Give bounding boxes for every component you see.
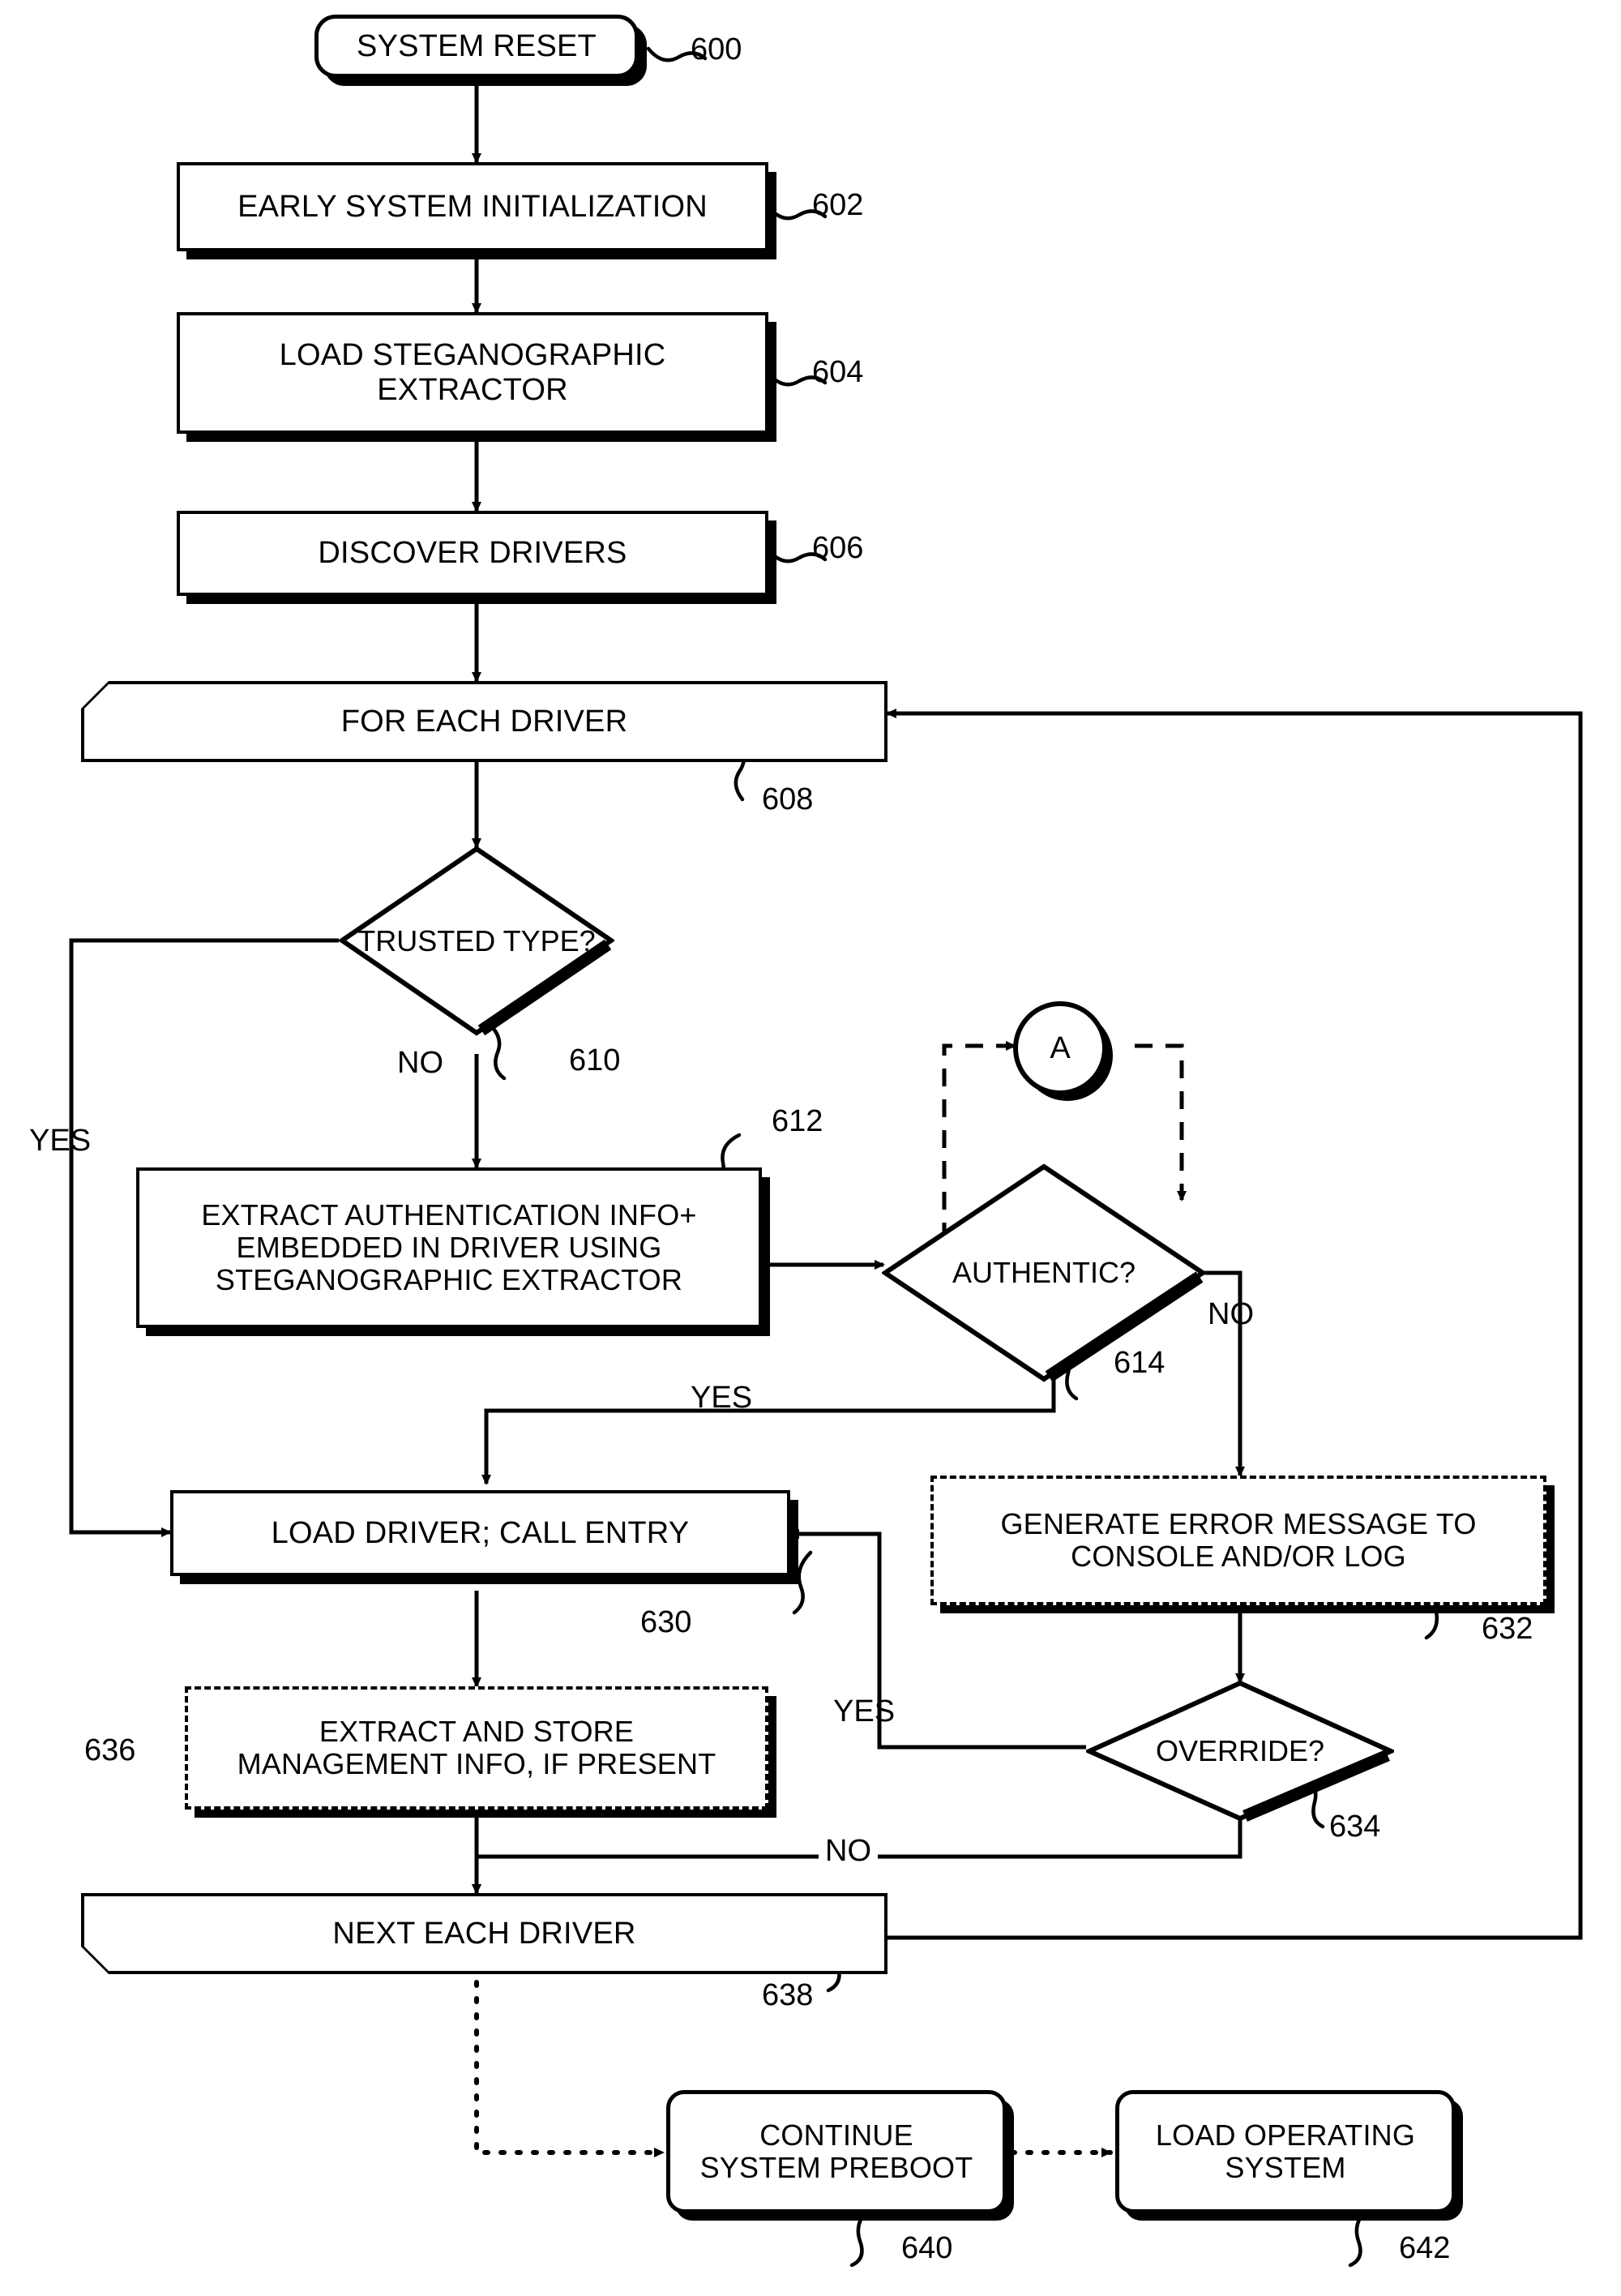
node-next-each-driver-label: NEXT EACH DRIVER [332,1916,636,1951]
node-system-reset-label: SYSTEM RESET [357,28,597,63]
ref-642: 642 [1399,2231,1451,2265]
node-generate-error-message-label: GENERATE ERROR MESSAGE TO CONSOLE AND/OR… [1000,1506,1477,1573]
node-discover-drivers[interactable]: DISCOVER DRIVERS [177,511,768,596]
edge-dotted-next-to-preboot [474,1980,665,2157]
node-load-steganographic-extractor-label: LOAD STEGANOGRAPHIC EXTRACTOR [279,338,666,407]
leader-642 [1348,2204,1372,2268]
node-override-label: OVERRIDE? [1155,1733,1325,1767]
node-load-operating-system-label: LOAD OPERATING SYSTEM [1155,2118,1416,2184]
label-override-no: NO [819,1834,878,1869]
node-discover-drivers-label: DISCOVER DRIVERS [318,536,627,571]
ref-610: 610 [569,1043,621,1077]
edge-authentic-yes-to-load [481,1370,1056,1485]
node-continue-system-preboot-label: CONTINUE SYSTEM PREBOOT [699,2118,973,2184]
node-load-driver-call-entry-label: LOAD DRIVER; CALL ENTRY [271,1515,690,1550]
node-generate-error-message[interactable]: GENERATE ERROR MESSAGE TO CONSOLE AND/OR… [930,1476,1546,1605]
ref-640: 640 [901,2231,953,2265]
ref-600: 600 [691,32,742,66]
leader-630 [792,1550,813,1615]
node-extract-authentication-info[interactable]: EXTRACT AUTHENTICATION INFO+ EMBEDDED IN… [136,1167,762,1328]
node-extract-store-management-info-label: EXTRACT AND STORE MANAGEMENT INFO, IF PR… [237,1714,716,1780]
ref-634: 634 [1329,1810,1381,1844]
label-authentic-yes: YES [691,1381,753,1415]
node-for-each-driver-label: FOR EACH DRIVER [340,704,628,739]
ref-638: 638 [762,1978,814,2012]
ref-636: 636 [84,1733,136,1767]
ref-604: 604 [812,355,864,389]
ref-608: 608 [762,782,814,816]
node-next-each-driver[interactable]: NEXT EACH DRIVER [81,1893,887,1974]
ref-630: 630 [640,1605,692,1639]
ref-632: 632 [1482,1612,1533,1646]
node-early-system-initialization-label: EARLY SYSTEM INITIALIZATION [237,189,708,224]
label-trusted-yes: YES [29,1124,92,1158]
node-extract-authentication-info-label: EXTRACT AUTHENTICATION INFO+ EMBEDDED IN… [201,1197,697,1297]
node-continue-system-preboot[interactable]: CONTINUE SYSTEM PREBOOT [666,2090,1007,2213]
ref-614: 614 [1114,1346,1165,1380]
node-trusted-type-decision[interactable]: TRUSTED TYPE? [339,846,614,1036]
ref-602: 602 [812,188,864,222]
label-authentic-no: NO [1208,1297,1254,1331]
node-system-reset[interactable]: SYSTEM RESET [314,15,639,78]
label-trusted-no: NO [397,1046,443,1080]
node-early-system-initialization[interactable]: EARLY SYSTEM INITIALIZATION [177,162,768,251]
node-trusted-type-label: TRUSTED TYPE? [357,923,596,957]
node-load-operating-system[interactable]: LOAD OPERATING SYSTEM [1115,2090,1456,2213]
label-override-yes: YES [833,1694,896,1728]
leader-640 [849,2204,874,2268]
ref-612: 612 [772,1104,823,1138]
node-connector-a[interactable]: A [1013,1001,1107,1095]
node-override-decision[interactable]: OVERRIDE? [1086,1680,1394,1822]
ref-606: 606 [812,531,864,565]
flowchart-canvas: SYSTEM RESET 600 EARLY SYSTEM INITIALIZA… [0,0,1621,2296]
node-connector-a-label: A [1050,1030,1071,1065]
node-for-each-driver[interactable]: FOR EACH DRIVER [81,681,887,762]
node-load-driver-call-entry[interactable]: LOAD DRIVER; CALL ENTRY [170,1490,790,1576]
node-load-steganographic-extractor[interactable]: LOAD STEGANOGRAPHIC EXTRACTOR [177,312,768,434]
node-extract-store-management-info[interactable]: EXTRACT AND STORE MANAGEMENT INFO, IF PR… [185,1686,768,1810]
